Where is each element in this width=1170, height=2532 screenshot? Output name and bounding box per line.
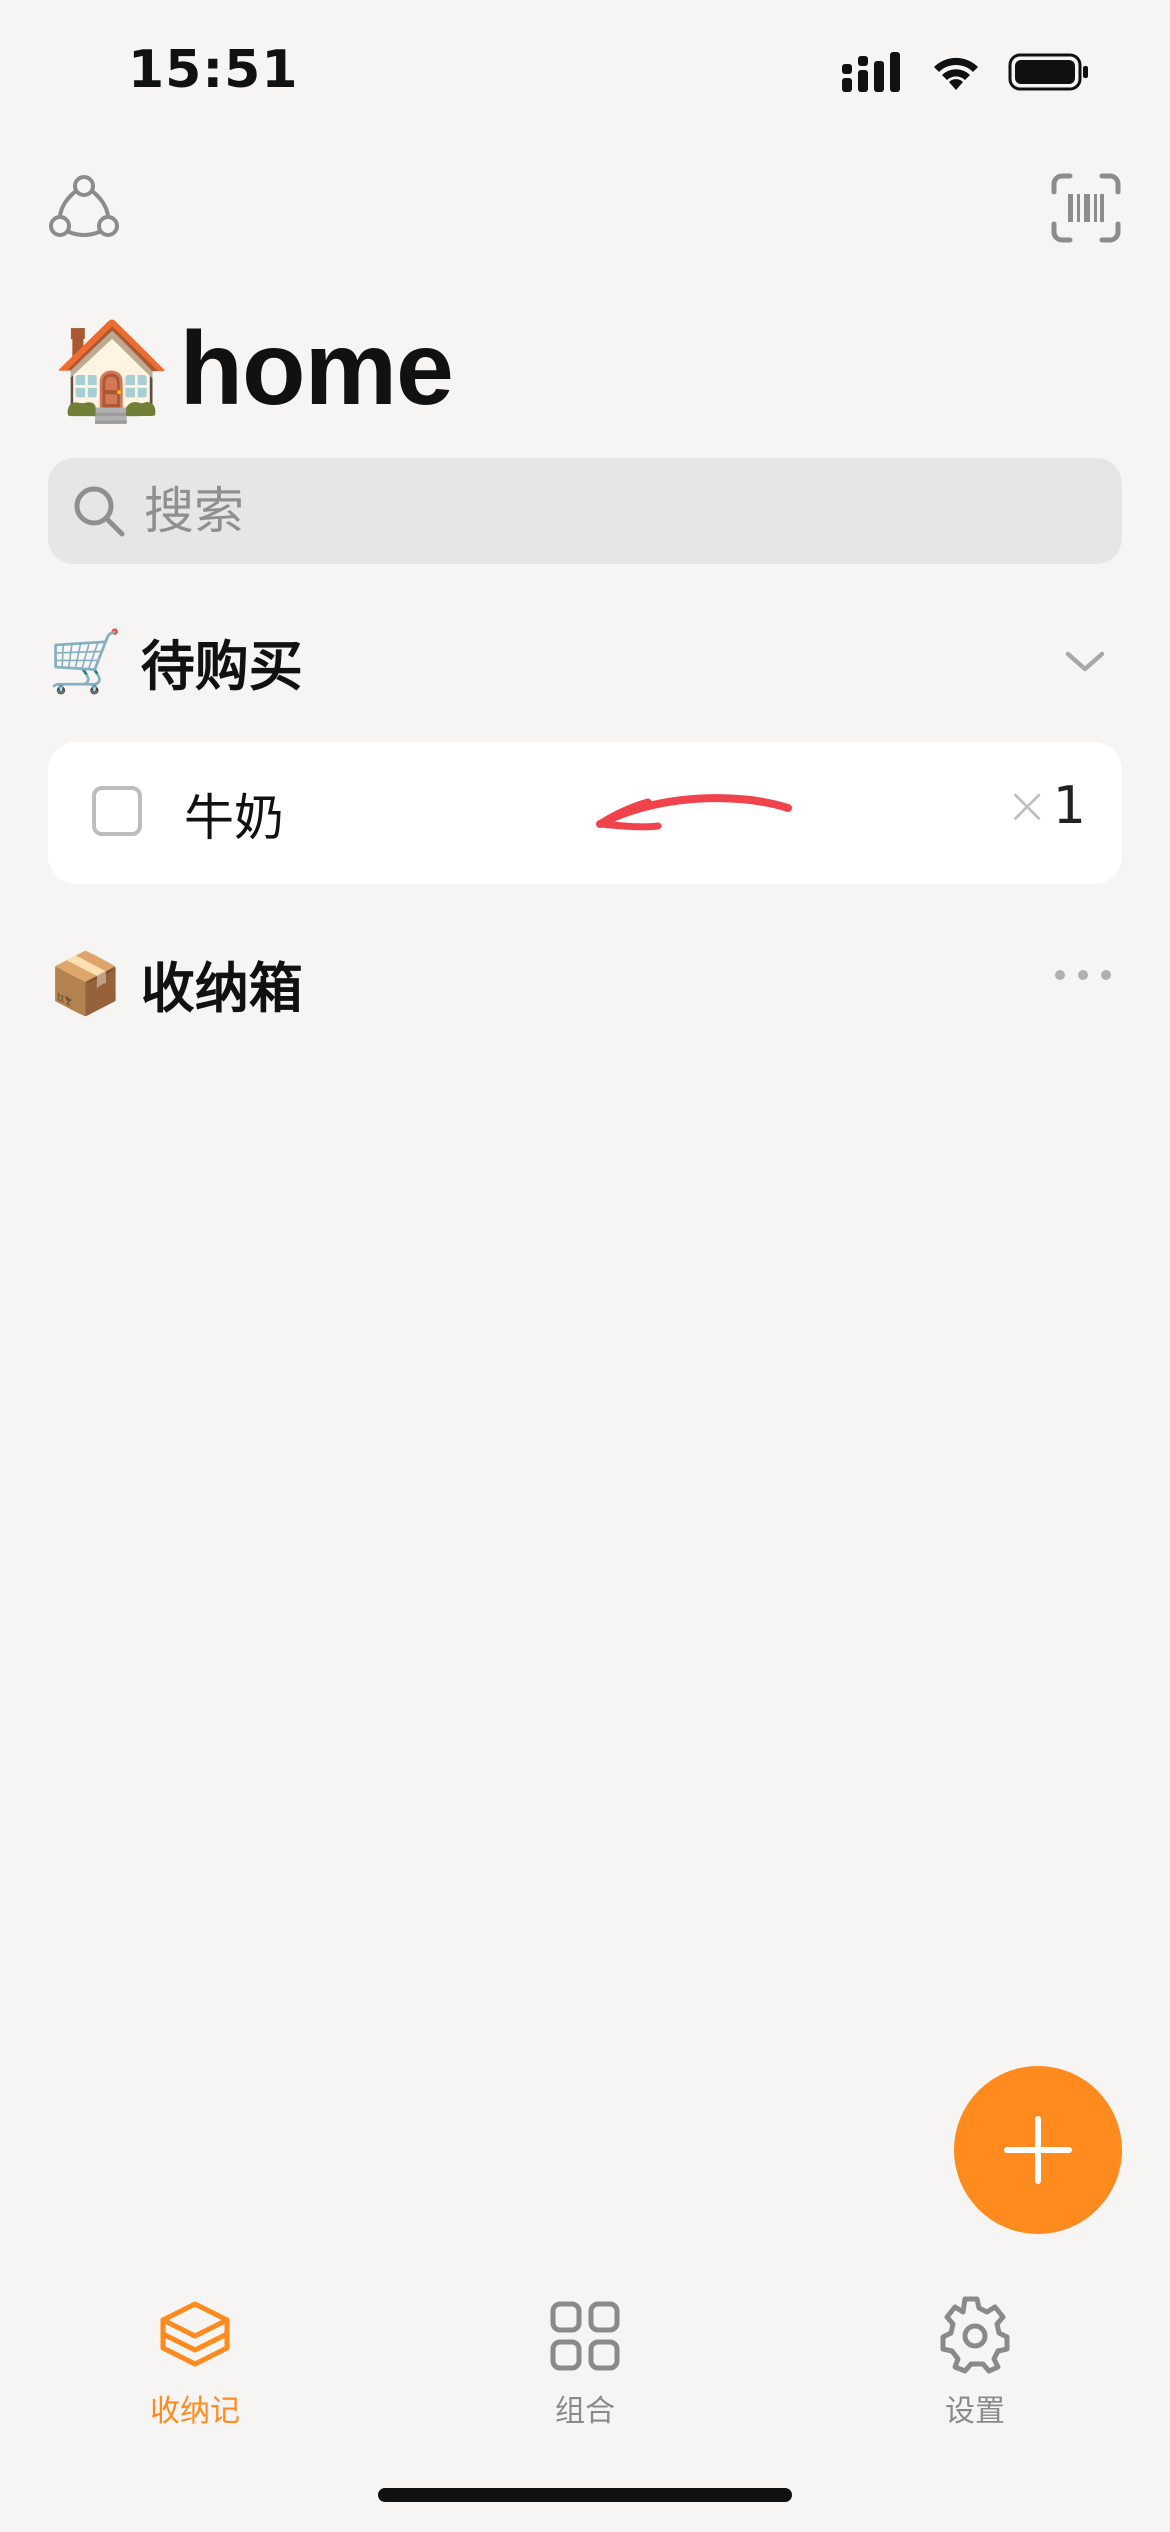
list-item[interactable]: 牛奶 × 1 bbox=[48, 742, 1122, 884]
package-emoji-icon: 📦 bbox=[48, 948, 123, 1019]
signal-icon bbox=[842, 52, 900, 92]
house-emoji-icon: 🏠 bbox=[52, 313, 172, 426]
gear-icon bbox=[940, 2296, 1010, 2374]
add-item-button[interactable] bbox=[954, 2066, 1122, 2234]
share-network-icon bbox=[49, 175, 119, 237]
page-title-row: 🏠 home bbox=[52, 310, 454, 429]
tab-combination[interactable]: 组合 bbox=[485, 2296, 685, 2430]
section-header-storage-box[interactable]: 📦 收纳箱 bbox=[48, 944, 303, 1023]
wifi-icon bbox=[934, 57, 978, 90]
search-icon bbox=[74, 486, 125, 537]
battery-icon bbox=[1008, 53, 1088, 91]
annotation-arrow-icon bbox=[596, 794, 792, 831]
grid-icon bbox=[550, 2301, 620, 2371]
status-icons bbox=[842, 52, 1090, 92]
section-title: 收纳箱 bbox=[140, 957, 303, 1020]
section-more-button[interactable] bbox=[1048, 960, 1118, 990]
scan-barcode-button[interactable] bbox=[1050, 172, 1122, 244]
item-quantity[interactable]: × 1 bbox=[1005, 776, 1086, 836]
section-title: 待购买 bbox=[140, 635, 303, 698]
quantity-value: 1 bbox=[1052, 776, 1086, 836]
more-horizontal-icon bbox=[1055, 970, 1111, 980]
section-header-to-buy[interactable]: 🛒 待购买 bbox=[48, 622, 303, 701]
shopping-cart-emoji-icon: 🛒 bbox=[48, 626, 123, 697]
page-title: home bbox=[179, 311, 454, 427]
tab-label: 设置 bbox=[945, 2394, 1005, 2429]
barcode-scan-icon bbox=[1051, 173, 1121, 243]
home-indicator bbox=[378, 2488, 792, 2502]
collapse-section-button[interactable] bbox=[1062, 638, 1108, 684]
tab-settings[interactable]: 设置 bbox=[875, 2296, 1075, 2430]
tab-storage[interactable]: 收纳记 bbox=[95, 2296, 295, 2430]
status-time: 15:51 bbox=[128, 40, 299, 100]
tab-label: 组合 bbox=[555, 2394, 615, 2429]
share-button[interactable] bbox=[48, 172, 120, 244]
chevron-down-icon bbox=[1065, 651, 1105, 672]
item-name: 牛奶 bbox=[184, 789, 284, 847]
quantity-multiplier: × bbox=[1005, 776, 1049, 836]
search-bar[interactable] bbox=[48, 458, 1122, 564]
search-input[interactable] bbox=[142, 481, 1046, 541]
tab-label: 收纳记 bbox=[150, 2394, 240, 2429]
layers-icon bbox=[160, 2301, 230, 2367]
item-checkbox[interactable] bbox=[92, 786, 142, 836]
plus-icon bbox=[1004, 2116, 1072, 2184]
